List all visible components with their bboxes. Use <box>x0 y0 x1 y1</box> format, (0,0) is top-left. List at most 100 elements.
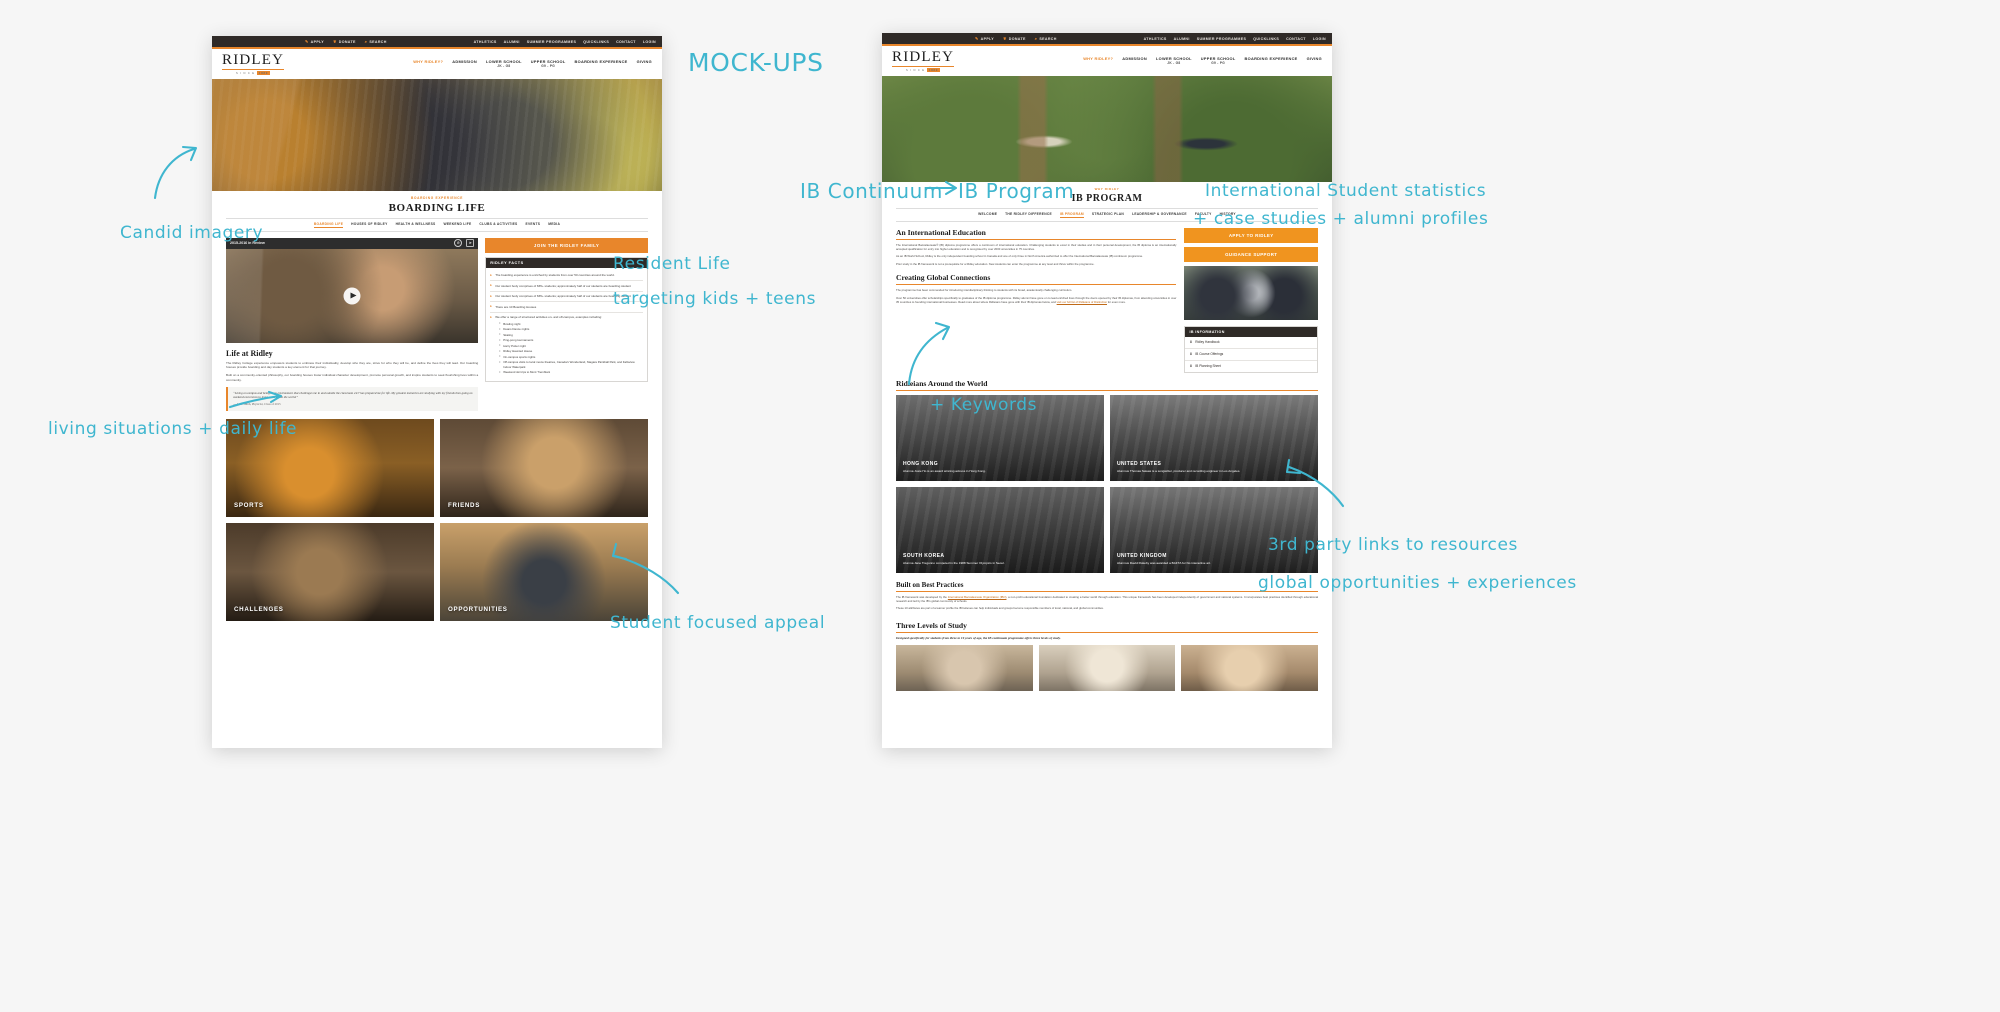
nav-admission[interactable]: ADMISSION <box>1122 56 1147 61</box>
topbar-link-summer-programmes[interactable]: SUMMER PROGRAMMES <box>1197 37 1246 41</box>
nav-admission[interactable]: ADMISSION <box>452 59 477 64</box>
logo-year: 1889 <box>926 68 941 73</box>
world-card-country: HONG KONG <box>903 461 938 468</box>
arrow-living-situations <box>228 390 283 409</box>
page-eyebrow: BOARDING EXPERIENCE <box>410 196 464 200</box>
download-label: Ridley Handbook <box>1195 340 1220 344</box>
nav-lower-school[interactable]: LOWER SCHOOL JK - G8 <box>486 59 522 69</box>
subnav-ib-program[interactable]: IB PROGRAM <box>1059 212 1084 218</box>
nav-lower-school-label: LOWER SCHOOL <box>485 59 522 65</box>
tile-label: FRIENDS <box>448 501 481 509</box>
gift-icon: ❦ <box>1003 36 1007 41</box>
topbar-link-quicklinks[interactable]: QUICKLINKS <box>583 40 609 44</box>
ridley-logo[interactable]: RIDLEY S I N C E 1889 <box>222 51 285 76</box>
guidance-support-button[interactable]: GUIDANCE SUPPORT <box>1184 246 1318 262</box>
global-connections-heading: Creating Global Connections <box>896 273 991 283</box>
world-card-text: Alumnus David Rokeby was awarded a BAFTA… <box>1117 561 1211 566</box>
ridley-logo[interactable]: RIDLEY S I N C E 1889 <box>892 48 955 73</box>
annotation-ib-program: IB Program <box>958 179 1075 203</box>
bp-p1-before: The IB framework was developed by the <box>896 594 948 599</box>
subnav-events[interactable]: EVENTS <box>526 222 541 228</box>
nav-lower-school[interactable]: LOWER SCHOOL JK - G8 <box>1156 56 1192 66</box>
logo-since-block: S I N C E 1889 <box>236 71 271 76</box>
logo-wordmark: RIDLEY <box>222 51 285 70</box>
subnav-boarding-life[interactable]: BOARDING LIFE <box>313 222 344 228</box>
masthead: RIDLEY S I N C E 1889 WHY RIDLEY? ADMISS… <box>882 46 1332 76</box>
nav-giving[interactable]: GIVING <box>1307 56 1322 61</box>
subnav-strategic-plan[interactable]: STRATEGIC PLAN <box>1092 212 1124 218</box>
topbar-link-contact[interactable]: CONTACT <box>616 40 636 44</box>
subnav-ridley-difference[interactable]: THE RIDLEY DIFFERENCE <box>1005 212 1052 218</box>
topbar-link-contact[interactable]: CONTACT <box>1286 37 1306 41</box>
intl-education-heading: An International Education <box>896 227 986 237</box>
subnav-weekend-life[interactable]: WEEKEND LIFE <box>444 222 472 228</box>
nav-why-ridley[interactable]: WHY RIDLEY? <box>413 59 443 64</box>
topbar-apply[interactable]: ✎ APPLY <box>305 39 324 44</box>
annotation-candid-imagery: Candid imagery <box>120 223 264 243</box>
topbar-search[interactable]: ⌕ SEARCH <box>1035 36 1057 41</box>
best-practices-paragraph-2: These 10 attributes are part of a learne… <box>896 606 1104 611</box>
heading-rule <box>896 590 1318 592</box>
topbar-link-quicklinks[interactable]: QUICKLINKS <box>1253 37 1279 41</box>
tile-friends[interactable]: FRIENDS <box>440 418 648 517</box>
subnav-clubs-activities[interactable]: CLUBS & ACTIVITIES <box>479 222 517 228</box>
nav-upper-school[interactable]: UPPER SCHOOL G9 - PG <box>531 59 566 69</box>
subnav-leadership-governance[interactable]: LEADERSHIP & GOVERNANCE <box>1132 212 1187 218</box>
subnav-media[interactable]: MEDIA <box>548 222 560 228</box>
topbar-apply-label: APPLY <box>980 36 995 41</box>
world-card-grid: HONG KONG Alumna Josie Ho is an award wi… <box>896 394 1318 573</box>
nav-upper-school[interactable]: UPPER SCHOOL G9 - PG <box>1201 56 1236 66</box>
nav-boarding-experience[interactable]: BOARDING EXPERIENCE <box>1245 56 1298 61</box>
ib-information-box: IB INFORMATION ⬇ Ridley Handbook ⬇ IB Co… <box>1184 325 1318 373</box>
nav-boarding-experience[interactable]: BOARDING EXPERIENCE <box>575 59 628 64</box>
nav-why-ridley[interactable]: WHY RIDLEY? <box>1083 56 1113 61</box>
tile-label: OPPORTUNITIES <box>448 605 508 613</box>
heading-rule <box>896 631 1318 633</box>
global-p2-after: for even more. <box>1106 300 1126 305</box>
arrow-student-focused <box>611 542 680 595</box>
search-icon: ⌕ <box>1034 36 1038 41</box>
best-practices-heading: Built on Best Practices <box>896 580 964 589</box>
subnav-houses-of-ridley[interactable]: HOUSES OF RIDLEY <box>351 222 387 228</box>
clock-icon[interactable]: ⏱ <box>454 239 463 247</box>
tile-challenges[interactable]: CHALLENGES <box>226 522 434 621</box>
subnav-welcome[interactable]: WELCOME <box>978 212 997 218</box>
topbar-link-alumni[interactable]: ALUMNI <box>1174 37 1190 41</box>
arrow-ib-continuum-to-program <box>925 180 958 196</box>
topbar-donate[interactable]: ❦ DONATE <box>1003 36 1026 41</box>
topbar-left-actions: ✎ APPLY ❦ DONATE ⌕ SEARCH <box>975 36 1057 41</box>
global-paragraph-2: Over 50 universities offer scholarships … <box>896 296 1176 305</box>
share-icon[interactable]: ➤ <box>466 239 475 247</box>
video-thumbnail[interactable] <box>226 248 479 343</box>
topbar-link-athletics[interactable]: ATHLETICS <box>1144 37 1167 41</box>
topbar-link-summer-programmes[interactable]: SUMMER PROGRAMMES <box>527 40 576 44</box>
logo-wordmark: RIDLEY <box>892 48 955 67</box>
nav-giving[interactable]: GIVING <box>637 59 652 64</box>
topbar-link-athletics[interactable]: ATHLETICS <box>474 40 497 44</box>
topbar-link-login[interactable]: LOGIN <box>643 40 656 44</box>
topbar-link-login[interactable]: LOGIN <box>1313 37 1326 41</box>
world-card-south-korea[interactable]: SOUTH KOREA Alumna Jane Tregunno compete… <box>896 486 1104 573</box>
three-levels-image-grid <box>896 644 1318 691</box>
video-player[interactable]: 2015-2016 in Review ⏱ ➤ <box>226 237 479 343</box>
download-ib-planning-sheet[interactable]: ⬇ IB Planning Sheet <box>1185 361 1317 372</box>
topbar-donate[interactable]: ❦ DONATE <box>333 39 356 44</box>
download-ib-course-offerings[interactable]: ⬇ IB Course Offerings <box>1185 349 1317 361</box>
topbar-apply[interactable]: ✎ APPLY <box>975 36 994 41</box>
topbar-link-alumni[interactable]: ALUMNI <box>504 40 520 44</box>
annotation-living-situations: living situations + daily life <box>48 419 298 439</box>
heading-rule <box>896 389 1318 391</box>
play-button[interactable] <box>343 287 361 304</box>
subnav-health-wellness[interactable]: HEALTH & WELLNESS <box>396 222 436 228</box>
topbar-search[interactable]: ⌕ SEARCH <box>365 39 387 44</box>
annotation-third-party-links: 3rd party links to resources <box>1268 535 1519 555</box>
join-ridley-family-button[interactable]: JOIN THE RIDLEY FAMILY <box>485 237 648 253</box>
ibo-link[interactable]: International Baccalaureate Organization… <box>948 595 1007 599</box>
download-ridley-handbook[interactable]: ⬇ Ridley Handbook <box>1185 337 1317 349</box>
ridley-facts-list: The boarding experience is enriched by s… <box>486 268 647 381</box>
three-levels-heading: Three Levels of Study <box>896 620 967 630</box>
topbar-donate-label: DONATE <box>338 39 356 44</box>
ridleians-distinction-link[interactable]: visit our full list of Ridleians of Dist… <box>1057 300 1107 304</box>
intl-paragraph-3: Prior study in the IB framework is not a… <box>896 261 1095 266</box>
nav-upper-school-sub: G9 - PG <box>1211 61 1226 66</box>
